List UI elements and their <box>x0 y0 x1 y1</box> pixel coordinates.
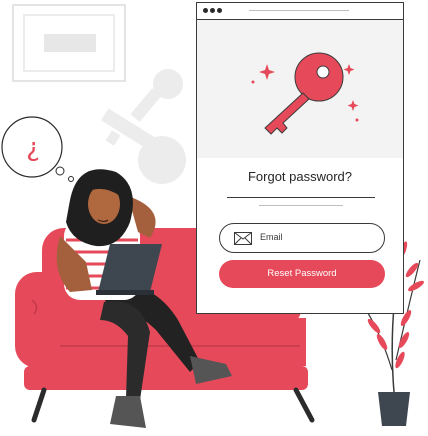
window-dot-icon <box>217 8 222 13</box>
email-placeholder: Email <box>260 232 283 242</box>
ghost-key-icon <box>101 69 186 184</box>
email-field[interactable]: Email <box>219 223 385 253</box>
page-title: Forgot password? <box>247 169 353 184</box>
divider <box>259 205 343 206</box>
divider <box>227 197 375 198</box>
envelope-icon <box>234 232 252 245</box>
title-bar-line <box>249 10 349 11</box>
thought-bubble: ¿ <box>1 116 74 182</box>
window-title-bar <box>197 3 403 20</box>
question-mark-icon: ¿ <box>26 133 40 163</box>
wall-picture-frame <box>12 4 126 82</box>
reset-password-button[interactable]: Reset Password <box>219 260 385 288</box>
window-dot-icon <box>210 8 215 13</box>
window-dot-icon <box>203 8 208 13</box>
key-icon <box>251 52 359 135</box>
key-illustration-panel <box>197 20 403 158</box>
forgot-password-window: Forgot password? Email Reset Password <box>196 2 404 314</box>
